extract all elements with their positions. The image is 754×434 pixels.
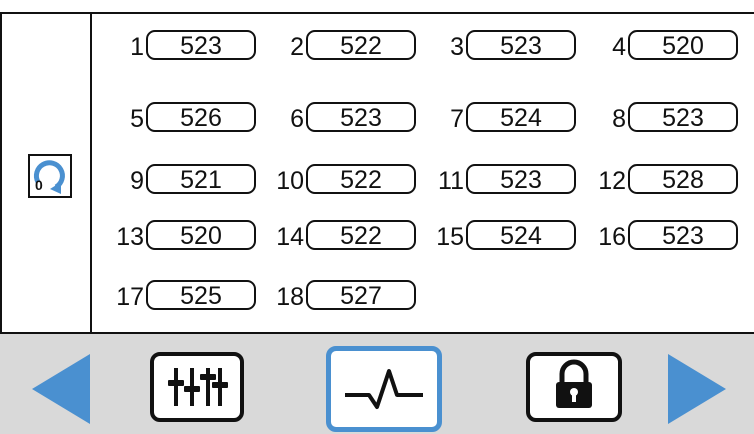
channel-number: 9 <box>130 167 144 195</box>
channel-cell: 13 520 <box>106 220 258 251</box>
bottom-toolbar <box>0 332 754 434</box>
channel-cell: 6 523 <box>266 102 418 133</box>
channel-grid: 1 523 2 522 3 523 4 520 5 526 6 523 7 524 8 523 9 521 10 52… <box>106 30 746 320</box>
channel-value[interactable]: 526 <box>146 102 256 132</box>
channel-number: 3 <box>450 33 464 61</box>
channel-cell: 5 526 <box>106 102 258 133</box>
channel-number: 16 <box>598 223 626 251</box>
channel-number: 1 <box>130 33 144 61</box>
channel-cell: 18 527 <box>266 280 418 311</box>
channel-value[interactable]: 523 <box>628 220 738 250</box>
pulse-button[interactable] <box>326 346 442 432</box>
mixer-button[interactable] <box>150 352 244 422</box>
channel-value[interactable]: 522 <box>306 30 416 60</box>
channel-value[interactable]: 520 <box>146 220 256 250</box>
channel-number: 17 <box>116 283 144 311</box>
reset-button[interactable]: 0 <box>28 154 72 198</box>
channel-cell: 3 523 <box>426 30 578 61</box>
channel-cell: 4 520 <box>588 30 740 61</box>
sidebar: 0 <box>0 14 92 332</box>
channel-cell: 1 523 <box>106 30 258 61</box>
channel-cell: 11 523 <box>426 164 578 195</box>
channel-number: 18 <box>276 283 304 311</box>
channel-value[interactable]: 524 <box>466 220 576 250</box>
lock-button[interactable] <box>526 352 622 422</box>
channel-number: 14 <box>276 223 304 251</box>
channel-cell: 7 524 <box>426 102 578 133</box>
channel-number: 7 <box>450 105 464 133</box>
channel-number: 6 <box>290 105 304 133</box>
channel-number: 15 <box>436 223 464 251</box>
channel-value[interactable]: 522 <box>306 220 416 250</box>
channel-number: 8 <box>612 105 626 133</box>
channel-number: 2 <box>290 33 304 61</box>
channel-cell: 14 522 <box>266 220 418 251</box>
channel-value[interactable]: 523 <box>466 30 576 60</box>
reset-digit: 0 <box>35 177 43 193</box>
channel-number: 11 <box>438 167 464 195</box>
channel-value[interactable]: 527 <box>306 280 416 310</box>
channel-number: 10 <box>276 167 304 195</box>
channel-value[interactable]: 523 <box>146 30 256 60</box>
channel-value[interactable]: 524 <box>466 102 576 132</box>
triangle-left-icon[interactable] <box>28 350 92 428</box>
channel-number: 13 <box>116 223 144 251</box>
channel-cell: 15 524 <box>426 220 578 251</box>
channel-value[interactable]: 528 <box>628 164 738 194</box>
channel-value[interactable]: 523 <box>466 164 576 194</box>
channel-value[interactable]: 521 <box>146 164 256 194</box>
heartbeat-waveform-icon <box>345 369 423 409</box>
channel-cell: 10 522 <box>266 164 418 195</box>
channel-cell: 17 525 <box>106 280 258 311</box>
channel-cell: 8 523 <box>588 102 740 133</box>
channel-cell: 16 523 <box>588 220 740 251</box>
channel-value[interactable]: 522 <box>306 164 416 194</box>
channel-number: 12 <box>598 167 626 195</box>
channel-value[interactable]: 525 <box>146 280 256 310</box>
channel-number: 5 <box>130 105 144 133</box>
channel-cell: 9 521 <box>106 164 258 195</box>
channel-cell: 12 528 <box>588 164 740 195</box>
channel-number: 4 <box>612 33 626 61</box>
sliders-icon <box>168 368 228 406</box>
triangle-right-icon[interactable] <box>666 350 730 428</box>
channel-value[interactable]: 523 <box>628 102 738 132</box>
channel-value[interactable]: 520 <box>628 30 738 60</box>
channel-cell: 2 522 <box>266 30 418 61</box>
channel-value[interactable]: 523 <box>306 102 416 132</box>
refresh-counter-icon: 0 <box>33 160 65 194</box>
padlock-icon <box>556 359 592 408</box>
